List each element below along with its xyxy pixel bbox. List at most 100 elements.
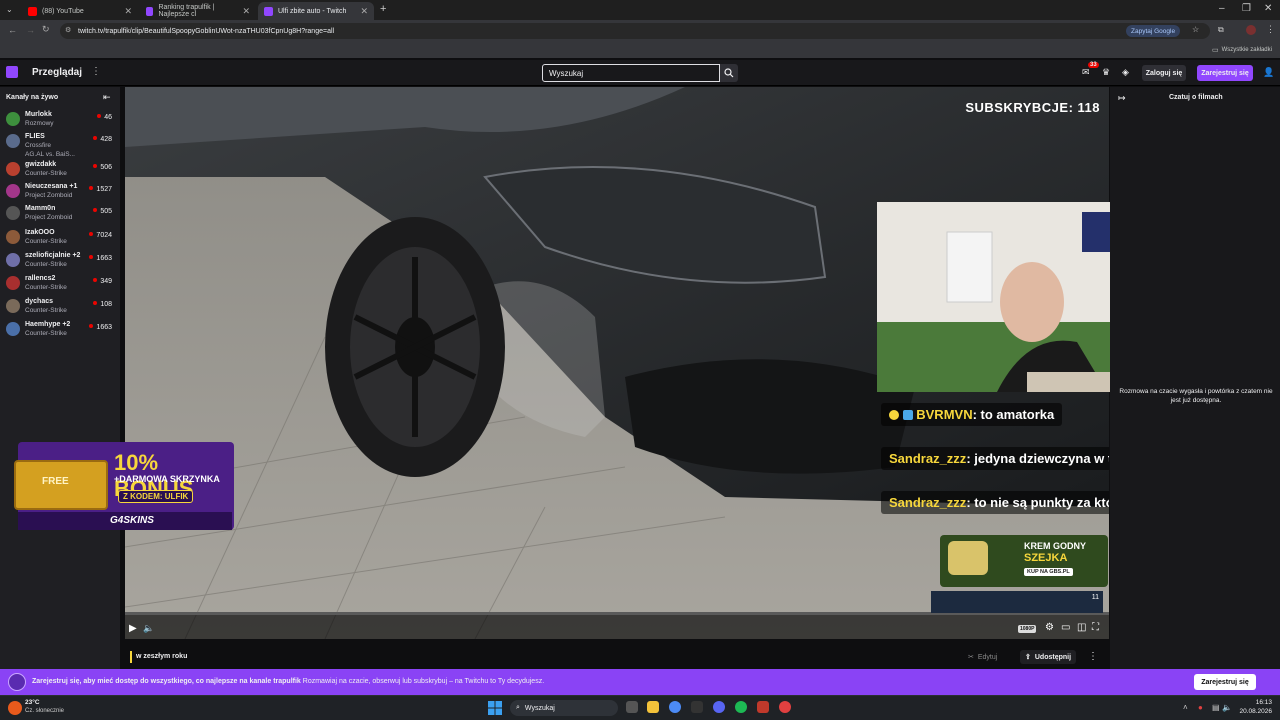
quality-badge[interactable]: 1080P — [1018, 625, 1037, 633]
sidebar-channel[interactable]: IzakOOO Counter-Strike 7024 — [0, 227, 120, 249]
channel-avatar — [6, 206, 20, 220]
chat-username: BVRMVN — [916, 407, 973, 422]
tray-mic-icon[interactable]: ● — [1198, 703, 1203, 712]
overlay-count: 11 — [1091, 594, 1099, 601]
close-icon[interactable]: ✕ — [360, 6, 368, 17]
sidebar-channel[interactable]: szelioficjalnie +2 Counter-Strike 1663 — [0, 250, 120, 272]
edit-button[interactable]: ✂ Edytuj — [968, 650, 997, 664]
ask-google-button[interactable]: Zapytaj Google — [1126, 25, 1181, 37]
signup-button[interactable]: Zarejestruj się — [1197, 65, 1253, 81]
side-panel-icon[interactable]: ◫ — [1077, 622, 1086, 633]
spotify-icon[interactable] — [735, 701, 747, 713]
live-dot-icon — [93, 164, 98, 168]
tray-volume-icon[interactable]: 🔈 — [1222, 703, 1232, 712]
play-icon[interactable]: ▶ — [129, 623, 137, 634]
sidebar-channel[interactable]: gwizdakk Counter-Strike 506 — [0, 159, 120, 181]
inbox-icon[interactable]: ✉ — [1082, 67, 1090, 78]
fullscreen-icon[interactable]: ⛶ — [1092, 622, 1099, 633]
task-view-icon[interactable] — [626, 701, 638, 713]
tray-network-icon[interactable]: ▤ — [1212, 703, 1220, 712]
discord-icon[interactable] — [713, 701, 725, 713]
collapse-sidebar-icon[interactable]: ⇤ — [103, 92, 111, 103]
file-explorer-icon[interactable] — [647, 701, 659, 713]
sidebar-channel[interactable]: rallencs2 Counter-Strike 349 — [0, 273, 120, 295]
menu-dots-icon[interactable]: ⋮ — [1266, 24, 1275, 35]
channel-name: rallencs2 — [25, 275, 56, 282]
banner-bold-text: Zarejestruj się, aby mieć dostęp do wszy… — [32, 678, 301, 685]
settings-gear-icon[interactable]: ⚙ — [1045, 622, 1054, 633]
viewer-count: 108 — [93, 301, 112, 308]
sidebar-channel[interactable]: dychacs Counter-Strike 108 — [0, 296, 120, 318]
sidebar-channel[interactable]: Mamm0n Project Zomboid 505 — [0, 203, 120, 225]
cream-ad: KREM GODNY SZEJKA KUP NA GBS.PL — [940, 535, 1108, 587]
g4skins-ad[interactable]: FREE 10% BONUS +DARMOWA SKRZYNKA Z KODEM… — [10, 434, 234, 534]
search-placeholder: Wyszukaj — [549, 68, 584, 78]
live-dot-icon — [93, 301, 98, 305]
crown-icon[interactable]: ♛ — [1102, 67, 1110, 78]
twitch-logo-icon[interactable] — [6, 66, 18, 78]
channel-game: Counter-Strike — [25, 170, 67, 177]
channel-avatar — [6, 184, 20, 198]
site-info-icon[interactable]: ⚙ — [65, 26, 71, 34]
close-icon[interactable]: ✕ — [242, 6, 250, 17]
more-menu-icon[interactable]: ⋮ — [91, 66, 101, 77]
url-bar[interactable]: ⚙ twitch.tv/trapulfik/clip/BeautifulSpoo… — [60, 23, 1210, 39]
tab-ranking[interactable]: Ranking trapulfik | Najlepsze cl ✕ — [140, 2, 256, 20]
banner-signup-button[interactable]: Zarejestruj się — [1194, 674, 1256, 690]
sidebar-channel[interactable]: Haemhype +2 Counter-Strike 1663 — [0, 319, 120, 341]
taskbar-search[interactable]: ⌕ Wyszukaj — [510, 700, 618, 716]
more-options-icon[interactable]: ⋮ — [1088, 651, 1098, 662]
tray-chevron-icon[interactable]: ˄ — [1183, 703, 1188, 712]
bookmark-star-icon[interactable]: ☆ — [1192, 25, 1199, 34]
app-icon-3[interactable] — [779, 701, 791, 713]
channel-game: Rozmowy — [25, 120, 54, 127]
chrome-icon[interactable] — [669, 701, 681, 713]
live-dot-icon — [97, 114, 102, 118]
minimize-icon[interactable]: – — [1219, 3, 1225, 14]
search-icon — [724, 68, 734, 78]
forward-icon[interactable]: → — [26, 25, 35, 35]
channel-name: Nieuczesana +1 — [25, 183, 78, 190]
close-icon[interactable]: ✕ — [124, 6, 132, 17]
sidebar-channel[interactable]: FLIES Crossfire 428 AG.AL vs. BaiS... — [0, 131, 120, 158]
notification-badge: 33 — [1088, 62, 1099, 68]
tab-twitch-clip[interactable]: Ulfi zbite auto - Twitch ✕ — [258, 2, 374, 20]
twitch-icon — [146, 6, 154, 16]
share-button[interactable]: ⇪ Udostępnij — [1020, 650, 1077, 664]
channel-name: FLIES — [25, 133, 45, 140]
browse-link[interactable]: Przeglądaj — [32, 67, 82, 78]
sub-badge-icon — [902, 410, 913, 420]
viewer-count: 46 — [97, 114, 112, 121]
sidebar-channel[interactable]: Murlokk Rozmowy 46 — [0, 109, 120, 131]
window-close-icon[interactable]: ✕ — [1264, 3, 1272, 14]
app-icon[interactable] — [691, 701, 703, 713]
channel-game: Counter-Strike — [25, 261, 67, 268]
profile-avatar[interactable] — [1246, 25, 1256, 35]
app-icon-2[interactable] — [757, 701, 769, 713]
sidebar-header: Kanały na żywo — [6, 94, 59, 101]
reload-icon[interactable]: ↻ — [42, 24, 50, 35]
volume-icon[interactable]: 🔈 — [143, 623, 154, 634]
restore-icon[interactable]: ❐ — [1242, 3, 1251, 14]
user-icon[interactable]: 👤 — [1263, 67, 1274, 78]
login-button[interactable]: Zaloguj się — [1142, 65, 1186, 81]
bits-icon[interactable]: ◈ — [1122, 67, 1129, 78]
search-input[interactable]: Wyszukaj — [542, 64, 720, 82]
weather-icon[interactable] — [8, 701, 22, 715]
channel-game: Project Zomboid — [25, 214, 73, 221]
new-tab-icon[interactable]: + — [380, 3, 386, 15]
tab-youtube[interactable]: (88) YouTube ✕ — [22, 2, 138, 20]
game-overlay: 11 — [931, 591, 1103, 613]
back-icon[interactable]: ← — [8, 25, 17, 35]
theatre-mode-icon[interactable]: ▭ — [1061, 622, 1070, 633]
chat-unavailable-text: Rozmowa na czacie wygasła i powtórka z c… — [1119, 388, 1273, 404]
tab-search-icon[interactable]: ⌄ — [6, 5, 16, 15]
sidebar-channel[interactable]: Nieuczesana +1 Project Zomboid 1527 — [0, 181, 120, 203]
expand-chat-icon[interactable]: ↦ — [1118, 93, 1126, 104]
channel-extra: AG.AL vs. BaiS... — [25, 151, 75, 158]
search-button[interactable] — [720, 64, 738, 82]
chat-panel: ↦ Czatuj o filmach Rozmowa na czacie wyg… — [1110, 87, 1280, 670]
windows-start-icon[interactable] — [488, 701, 502, 715]
extensions-icon[interactable]: ⧉ — [1218, 25, 1224, 35]
all-bookmarks[interactable]: ▭ Wszystkie zakładki — [1212, 46, 1272, 54]
